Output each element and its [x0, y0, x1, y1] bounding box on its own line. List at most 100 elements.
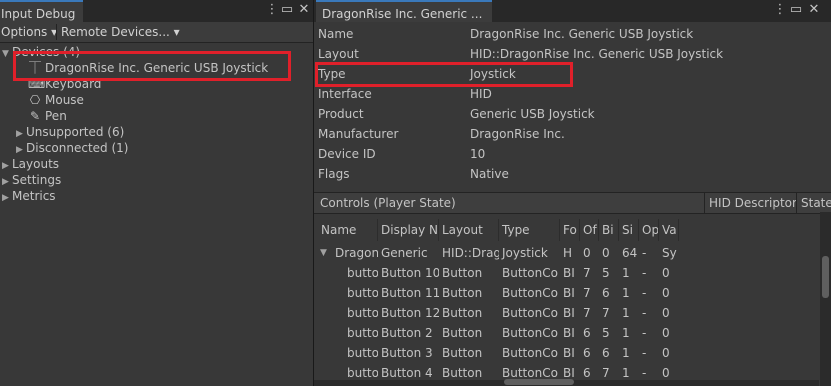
property-value: Generic USB Joystick — [470, 107, 595, 121]
table-cell: butto — [347, 286, 378, 300]
table-cell: 0 — [662, 286, 670, 300]
property-key: Manufacturer — [318, 127, 399, 141]
remote-devices-dropdown[interactable]: Remote Devices... ▾ — [61, 22, 180, 42]
table-cell: 6 — [583, 326, 591, 340]
controls-grid-header: Name Display N Layout Type Fo Of Bi Si Op Va — [314, 219, 819, 241]
close-icon[interactable]: ✕ — [297, 2, 311, 18]
table-cell: Button 10 — [381, 266, 439, 280]
expand-arrow-icon[interactable]: ▼ — [2, 46, 12, 62]
maximize-icon[interactable]: ▭ — [789, 2, 803, 18]
table-cell: BI — [563, 346, 575, 360]
tab-input-debug[interactable]: Input Debug — [0, 0, 83, 22]
left-toolbar: Options ▾ Remote Devices... ▾ — [0, 22, 314, 43]
column-header[interactable]: Si — [619, 219, 639, 241]
table-row[interactable]: butto Button 2 Button ButtonCo BI 6 5 1- 0 — [314, 323, 819, 343]
table-cell: BI — [563, 326, 575, 340]
table-cell: Button — [442, 346, 483, 360]
property-value: HID — [470, 87, 492, 101]
highlight-box-device — [13, 51, 291, 81]
table-cell: BI — [563, 266, 575, 280]
tree-settings[interactable]: ▶ Settings — [2, 172, 61, 188]
collapsed-arrow-icon[interactable]: ▶ — [2, 190, 12, 206]
horizontal-scrollbar-thumb[interactable] — [504, 379, 574, 385]
tree-metrics[interactable]: ▶ Metrics — [2, 188, 56, 204]
table-cell: ButtonCo — [502, 346, 558, 360]
property-key: Layout — [318, 47, 359, 61]
tree-layouts-label: Layouts — [12, 157, 60, 171]
close-icon[interactable]: ✕ — [807, 2, 821, 18]
table-row[interactable]: DragonI Generic HID::Drag Joystick H 0 0 64- Sy ▼ — [314, 243, 819, 263]
table-cell: 64 — [622, 246, 638, 260]
expand-arrow-icon[interactable]: ▼ — [320, 243, 327, 263]
property-row: Name DragonRise Inc. Generic USB Joystick — [318, 24, 823, 44]
hid-descriptor-button[interactable]: HID Descriptor — [709, 193, 797, 213]
column-header[interactable]: Of — [580, 219, 599, 241]
column-header[interactable]: Va — [659, 219, 679, 241]
property-value: DragonRise Inc. Generic USB Joystick — [470, 27, 694, 41]
table-cell: Button 12 — [381, 306, 439, 320]
table-cell: - — [642, 286, 647, 300]
table-cell: Button 3 — [381, 346, 433, 360]
table-cell: 7 — [602, 306, 610, 320]
table-cell: Button — [442, 306, 483, 320]
table-cell: - — [642, 346, 647, 360]
table-cell: 1 — [622, 326, 630, 340]
vertical-scrollbar[interactable] — [820, 212, 831, 386]
maximize-icon[interactable]: ▭ — [280, 2, 294, 18]
tree-layouts[interactable]: ▶ Layouts — [2, 156, 59, 172]
table-cell: 0 — [662, 266, 670, 280]
table-row[interactable]: butto Button 3 Button ButtonCo BI 6 6 1-0 — [314, 343, 819, 363]
property-value: HID::DragonRise Inc. Generic USB Joystic… — [470, 47, 724, 61]
tree-unsupported[interactable]: ▶ Unsupported (6) — [16, 124, 124, 140]
table-cell: BI — [563, 306, 575, 320]
table-row[interactable]: butto Button 11 Button ButtonCo BI 7 6 1- 0 — [314, 283, 819, 303]
controls-title: Controls (Player State) — [320, 196, 456, 210]
column-header[interactable]: Name — [318, 219, 378, 241]
property-row: Flags Native — [318, 164, 823, 184]
scrollbar-thumb[interactable] — [822, 256, 829, 298]
table-cell: Button 2 — [381, 326, 433, 340]
tree-item-pen[interactable]: ✎ Pen — [28, 108, 67, 124]
table-cell: 7 — [583, 286, 591, 300]
kebab-menu-icon[interactable]: ⋮ — [773, 2, 787, 18]
column-header[interactable]: Bi — [599, 219, 619, 241]
table-cell: 0 — [662, 326, 670, 340]
pen-icon: ✎ — [29, 109, 41, 123]
options-dropdown[interactable]: Options ▾ — [1, 22, 57, 42]
table-cell: butto — [347, 306, 378, 320]
table-cell: butto — [347, 266, 378, 280]
table-cell: H — [563, 246, 573, 260]
tree-disconnected[interactable]: ▶ Disconnected (1) — [16, 140, 128, 156]
column-header[interactable]: Layout — [439, 219, 499, 241]
column-header[interactable]: Display N — [378, 219, 439, 241]
column-header[interactable]: Type — [499, 219, 560, 241]
column-header[interactable]: Fo — [560, 219, 580, 241]
table-cell: ButtonCo — [502, 326, 558, 340]
column-header[interactable]: Op — [639, 219, 659, 241]
device-detail-pane: DragonRise Inc. Generic ... ⋮ ▭ ✕ Name Dr… — [314, 0, 831, 386]
table-cell: 0 — [662, 306, 670, 320]
property-row: Interface HID — [318, 84, 823, 104]
table-cell: - — [642, 306, 647, 320]
property-row: Layout HID::DragonRise Inc. Generic USB J… — [318, 44, 823, 64]
table-cell: 7 — [583, 306, 591, 320]
tree-item-label: Mouse — [45, 93, 84, 107]
left-tab-bar: Input Debug ⋮ ▭ ✕ — [0, 0, 314, 22]
tab-device[interactable]: DragonRise Inc. Generic ... — [316, 0, 492, 22]
table-cell: Joystick — [502, 246, 548, 260]
table-cell: 0 — [662, 346, 670, 360]
property-key: Interface — [318, 87, 372, 101]
table-cell: 5 — [602, 266, 610, 280]
state-button[interactable]: State — [801, 193, 831, 213]
property-key: Product — [318, 107, 364, 121]
property-value: Native — [470, 167, 509, 181]
table-cell: BI — [563, 286, 575, 300]
tree-item-mouse[interactable]: ⎔ Mouse — [28, 92, 84, 108]
table-row[interactable]: butto Button 12 Button ButtonCo BI 7 7 1-0 — [314, 303, 819, 323]
property-row: Product Generic USB Joystick — [318, 104, 823, 124]
table-row[interactable]: butto Button 10 Button ButtonCo BI 7 5 1- 0 — [314, 263, 819, 283]
tree-settings-label: Settings — [12, 173, 62, 187]
kebab-menu-icon[interactable]: ⋮ — [265, 2, 279, 18]
property-key: Flags — [318, 167, 350, 181]
table-cell: Button — [442, 326, 483, 340]
